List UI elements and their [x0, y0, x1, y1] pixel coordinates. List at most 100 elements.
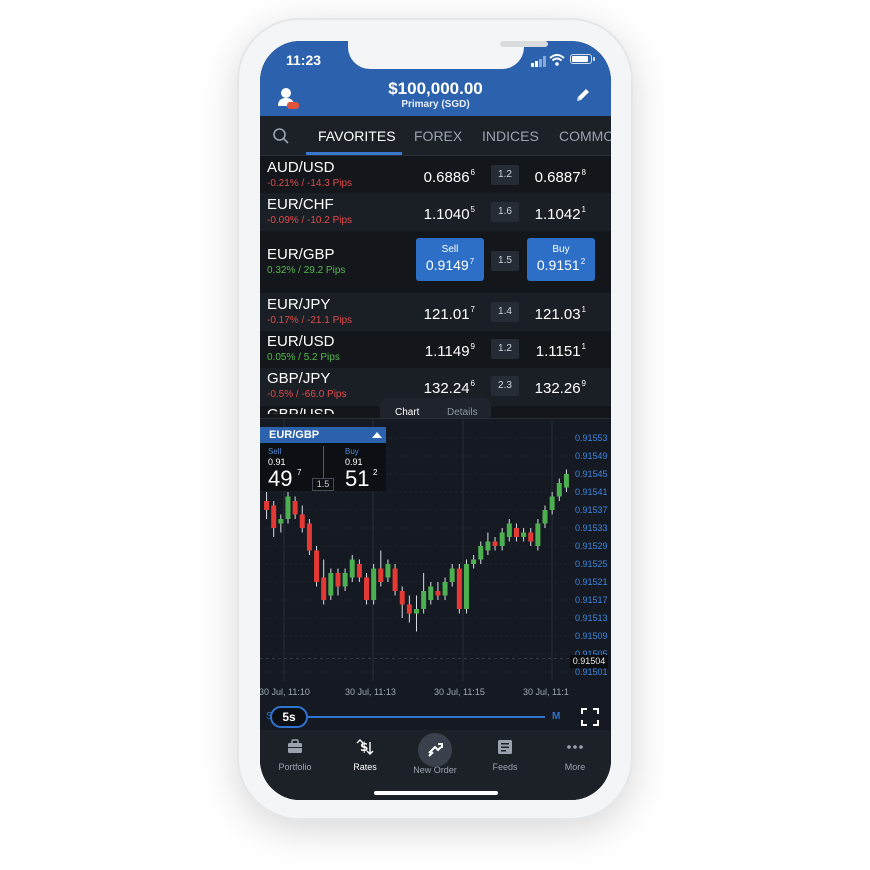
feeds-icon: [470, 738, 540, 756]
candle: [392, 568, 398, 591]
account-balance[interactable]: $100,000.00: [260, 79, 611, 99]
pair-name: GBP/USD: [267, 406, 335, 414]
pencil-icon[interactable]: [575, 87, 591, 108]
nav-portfolio[interactable]: Portfolio: [260, 738, 330, 772]
candle: [471, 559, 477, 564]
search-icon[interactable]: [272, 127, 290, 150]
candle: [292, 501, 298, 515]
pair-name: EUR/GBP: [267, 246, 335, 263]
rate-row-eur-usd[interactable]: EUR/USD 0.05% / 5.2 Pips 1.11499 1.2 1.1…: [260, 331, 611, 368]
candle: [435, 591, 441, 596]
candle: [421, 591, 427, 609]
buy-button[interactable]: Buy 0.91512: [527, 238, 595, 281]
tab-commodities[interactable]: COMMO: [559, 128, 611, 144]
x-tick-label: 30 Jul, 11:13: [345, 687, 396, 697]
rate-row-aud-usd[interactable]: AUD/USD -0.21% / -14.3 Pips 0.68866 1.2 …: [260, 156, 611, 193]
candle: [549, 496, 555, 510]
pair-change: -0.5% / -66.0 Pips: [267, 389, 347, 400]
candle: [521, 532, 527, 537]
caret-up-icon[interactable]: [372, 432, 382, 438]
y-tick-label: 0.91537: [575, 505, 608, 515]
notch: [348, 41, 548, 69]
battery-icon: [570, 54, 592, 64]
candle: [264, 501, 270, 510]
chart-quote-box: EUR/GBP Sell Buy 0.91 0.91 49 7 51 2 1.5: [260, 427, 386, 491]
quote-sell-price[interactable]: 49: [268, 466, 292, 492]
buy-price[interactable]: 0.68878: [506, 168, 586, 186]
tab-favorites[interactable]: FAVORITES: [318, 128, 396, 144]
tab-forex[interactable]: FOREX: [414, 128, 462, 144]
sell-price[interactable]: 121.017: [395, 305, 475, 323]
quote-spread: 1.5: [312, 478, 334, 491]
buy-price[interactable]: 121.031: [506, 305, 586, 323]
last-price-label: 0.91504: [570, 655, 608, 668]
bottom-navigation: Portfolio $ Rates New Order Feeds More: [260, 730, 611, 800]
timeframe-slider-knob[interactable]: 5s: [270, 706, 308, 728]
chart-symbol: EUR/GBP: [269, 429, 320, 441]
y-tick-label: 0.91549: [575, 451, 608, 461]
candle: [542, 510, 548, 524]
buy-price[interactable]: 132.269: [506, 379, 586, 397]
rate-row-eur-chf[interactable]: EUR/CHF -0.09% / -10.2 Pips 1.10405 1.6 …: [260, 193, 611, 231]
quote-buy-price[interactable]: 51: [345, 466, 369, 492]
tab-details[interactable]: Details: [447, 407, 478, 418]
quote-buy-label: Buy: [345, 447, 359, 456]
candle: [356, 564, 362, 578]
tab-indices[interactable]: INDICES: [482, 128, 539, 144]
rates-icon: $: [330, 738, 400, 756]
candle: [449, 568, 455, 582]
candle: [314, 550, 320, 582]
y-tick-label: 0.91509: [575, 631, 608, 641]
signal-icon: [531, 54, 547, 72]
nav-new-order[interactable]: New Order: [400, 733, 470, 775]
buy-price[interactable]: 1.10421: [506, 205, 586, 223]
y-tick-label: 0.91517: [575, 595, 608, 605]
y-tick-label: 0.91553: [575, 433, 608, 443]
pair-name: EUR/CHF: [267, 196, 334, 213]
pair-change: 0.32% / 29.2 Pips: [267, 265, 346, 276]
candle: [428, 586, 434, 600]
pair-name: GBP/JPY: [267, 370, 331, 387]
sell-button[interactable]: Sell 0.91497: [416, 238, 484, 281]
home-indicator[interactable]: [374, 791, 498, 795]
candle: [378, 568, 384, 582]
candle: [306, 523, 312, 551]
candle: [385, 564, 391, 578]
candle: [499, 532, 505, 546]
candle: [414, 609, 419, 614]
sell-price[interactable]: 0.68866: [395, 168, 475, 186]
candle: [399, 591, 405, 605]
account-name[interactable]: Primary (SGD): [260, 99, 611, 110]
nav-more[interactable]: More: [540, 738, 610, 772]
chart-symbol-bar[interactable]: EUR/GBP: [260, 427, 386, 443]
rate-row-eur-jpy[interactable]: EUR/JPY -0.17% / -21.1 Pips 121.017 1.4 …: [260, 293, 611, 331]
buy-price[interactable]: 1.11511: [506, 342, 586, 360]
price-chart[interactable]: 0.91553 0.91549 0.91545 0.91541 0.91537 0.915…: [260, 418, 611, 710]
candle: [535, 523, 541, 546]
x-tick-label: 30 Jul, 11:10: [260, 687, 310, 697]
quote-buy-sup: 2: [373, 468, 378, 477]
fullscreen-icon[interactable]: [581, 708, 599, 731]
quote-sell-sup: 7: [297, 468, 302, 477]
quote-sell-label: Sell: [268, 447, 282, 456]
speaker: [500, 41, 548, 47]
timeframe-max-label: M: [552, 711, 561, 722]
nav-feeds[interactable]: Feeds: [470, 738, 540, 772]
sell-price[interactable]: 1.10405: [395, 205, 475, 223]
pair-name: AUD/USD: [267, 159, 335, 176]
pair-change: -0.09% / -10.2 Pips: [267, 215, 353, 226]
app-screen: 11:23 $100,000.00 Primary (SGD) FAVORITE…: [260, 41, 611, 800]
wifi-icon: [549, 53, 565, 71]
candle: [563, 474, 569, 488]
tab-chart[interactable]: Chart: [395, 407, 419, 418]
sell-price[interactable]: 1.11499: [395, 342, 475, 360]
nav-rates[interactable]: $ Rates: [330, 738, 400, 772]
timeframe-slider-track[interactable]: [272, 716, 545, 718]
y-tick-label: 0.91533: [575, 523, 608, 533]
briefcase-icon: [260, 738, 330, 756]
candle: [364, 577, 370, 600]
candle: [442, 582, 448, 596]
spread-badge: 1.5: [491, 251, 519, 271]
rate-row-eur-gbp[interactable]: EUR/GBP 0.32% / 29.2 Pips Sell 0.91497 1…: [260, 231, 611, 293]
sell-price[interactable]: 132.246: [395, 379, 475, 397]
